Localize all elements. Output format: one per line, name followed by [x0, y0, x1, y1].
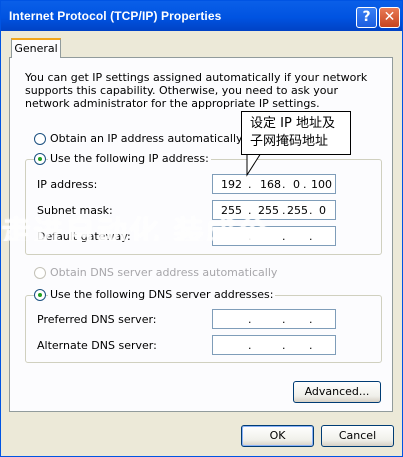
ip-octet-3: 0: [293, 178, 300, 191]
ip-octet-2: 168: [260, 178, 281, 191]
radio-use-dns[interactable]: [34, 289, 46, 301]
preferred-dns-input[interactable]: ...: [212, 309, 336, 329]
callout-pointer: [246, 153, 262, 177]
mask-octet-2: 255: [258, 204, 279, 217]
radio-use-ip-label[interactable]: Use the following IP address:: [48, 152, 211, 165]
annotation-callout: 设定 IP 地址及 子网掩码地址: [241, 111, 351, 155]
radio-obtain-ip-auto[interactable]: [34, 133, 46, 145]
mask-octet-4: 0: [319, 204, 326, 217]
radio-obtain-ip-auto-label[interactable]: Obtain an IP address automatically: [50, 132, 243, 145]
ip-address-label: IP address:: [37, 178, 98, 191]
tab-general[interactable]: General: [11, 38, 61, 58]
title-bar[interactable]: Internet Protocol (TCP/IP) Properties ? …: [1, 1, 402, 31]
radio-obtain-dns-auto-label[interactable]: Obtain DNS server address automatically: [50, 266, 277, 279]
ip-address-input[interactable]: 192 . 168 . 0 . 100: [212, 174, 336, 194]
subnet-mask-label: Subnet mask:: [37, 204, 113, 217]
cancel-button[interactable]: Cancel: [321, 425, 394, 447]
radio-obtain-dns-auto[interactable]: [34, 267, 46, 279]
radio-use-ip[interactable]: [34, 153, 46, 165]
annotation-line-1: 设定 IP 地址及: [250, 116, 335, 131]
close-button[interactable]: ✕: [379, 7, 400, 28]
radio-use-dns-label[interactable]: Use the following DNS server addresses:: [48, 288, 276, 301]
ip-octet-4: 100: [311, 178, 332, 191]
window-title: Internet Protocol (TCP/IP) Properties: [9, 9, 222, 23]
default-gateway-input[interactable]: ...: [212, 226, 336, 246]
alternate-dns-input[interactable]: ...: [212, 335, 336, 355]
description-text: You can get IP settings assigned automat…: [25, 71, 368, 110]
advanced-button[interactable]: Advanced...: [293, 381, 381, 403]
preferred-dns-label: Preferred DNS server:: [37, 313, 157, 326]
help-button[interactable]: ?: [356, 7, 377, 28]
dialog-window: Internet Protocol (TCP/IP) Properties ? …: [0, 0, 403, 457]
ok-button[interactable]: OK: [241, 425, 314, 447]
mask-octet-1: 255: [221, 204, 242, 217]
annotation-line-2: 子网掩码地址: [250, 134, 329, 149]
subnet-mask-input[interactable]: 255 . 255 . 255 . 0: [212, 200, 336, 220]
default-gateway-label: Default gateway:: [37, 230, 131, 243]
alternate-dns-label: Alternate DNS server:: [37, 339, 157, 352]
mask-octet-3: 255: [287, 204, 308, 217]
ip-octet-1: 192: [221, 178, 242, 191]
